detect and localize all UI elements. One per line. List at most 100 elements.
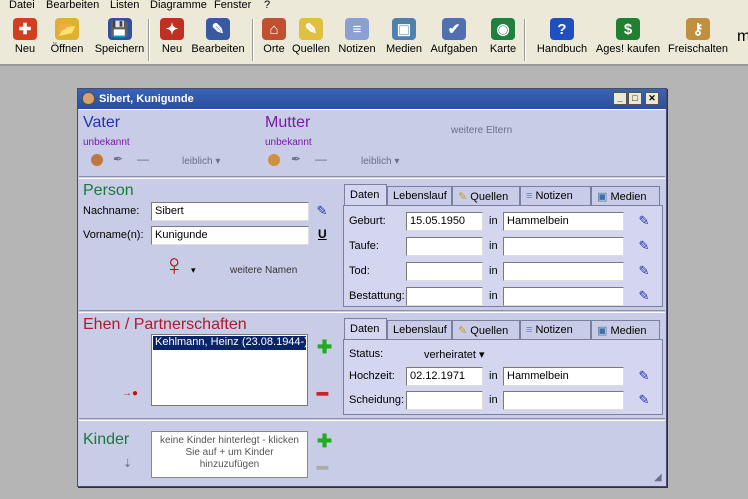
sources-icon: ✎ xyxy=(299,18,323,40)
toolbar-button-9[interactable]: ✔ Aufgaben xyxy=(428,16,480,62)
toolbar-button-5[interactable]: ⌂ Orte xyxy=(259,16,289,62)
toolbar-button-4[interactable]: ✎ Bearbeiten xyxy=(190,16,246,62)
event-place-field[interactable] xyxy=(503,391,624,410)
father-relation-dropdown[interactable]: leiblich ▾ xyxy=(182,156,220,167)
toolbar-button-0[interactable]: ✚ Neu xyxy=(8,16,42,62)
event-label: Bestattung: xyxy=(349,290,405,302)
event-date-field[interactable]: 02.12.1971 xyxy=(406,367,483,386)
event-place-field[interactable]: Hammelbein xyxy=(503,212,624,231)
marriage-data-panel: Status: verheiratet ▾ Hochzeit: 02.12.197… xyxy=(343,339,663,415)
event-date-field[interactable] xyxy=(406,391,483,410)
add-child-icon[interactable]: ✚ xyxy=(317,432,332,450)
event-label: Taufe: xyxy=(349,240,379,252)
tab-medien[interactable]: ▣ Medien xyxy=(591,320,660,339)
notes-icon: ≡ xyxy=(526,324,533,336)
event-date-field[interactable] xyxy=(406,237,483,256)
menu-datei[interactable]: Datei xyxy=(9,0,35,11)
tab-label: Notizen xyxy=(535,190,573,202)
toolbar-button-6[interactable]: ✎ Quellen xyxy=(292,16,330,62)
event-place-field[interactable] xyxy=(503,237,624,256)
status-dropdown[interactable]: verheiratet ▾ xyxy=(424,348,485,361)
toolbar-button-label: Neu xyxy=(161,43,183,55)
event-date-field[interactable] xyxy=(406,262,483,281)
add-partner-icon[interactable]: ✚ xyxy=(317,338,332,356)
father-value[interactable]: unbekannt xyxy=(83,137,130,148)
person-window-icon xyxy=(82,92,95,105)
gender-dropdown-chevron-icon[interactable]: ▾ xyxy=(191,265,196,276)
children-section: Kinder ⇣ keine Kinder hinterlegt - klick… xyxy=(79,420,665,486)
event-place-field[interactable]: Hammelbein xyxy=(503,367,624,386)
place-edit-pen-icon[interactable]: ✎ xyxy=(637,214,651,228)
media-icon: ▣ xyxy=(597,325,608,337)
toolbar-button-10[interactable]: ◉ Karte xyxy=(486,16,520,62)
event-date-field[interactable] xyxy=(406,287,483,306)
toolbar: ✚ Neu 📂 Öffnen 💾 Speichern ✦ Neu ✎ Bearbeiten ⌂ Ort… xyxy=(0,13,748,65)
mother-relation-dropdown[interactable]: leiblich ▾ xyxy=(361,156,399,167)
tab-label: Medien xyxy=(610,191,647,203)
marriages-heading: Ehen / Partnerschaften xyxy=(83,316,247,333)
toolbar-button-13[interactable]: ⚷ Freischalten xyxy=(666,16,730,62)
minimize-button[interactable]: _ xyxy=(613,92,627,105)
menu-fenster[interactable]: Fenster xyxy=(214,0,251,11)
toolbar-button-11[interactable]: ? Handbuch xyxy=(532,16,592,62)
children-list[interactable]: keine Kinder hinterlegt - klicken Sie au… xyxy=(151,431,308,478)
female-gender-icon[interactable]: ♀ xyxy=(163,250,186,282)
toolbar-button-8[interactable]: ▣ Medien xyxy=(383,16,425,62)
toolbar-button-2[interactable]: 💾 Speichern xyxy=(92,16,147,62)
toolbar-button-3[interactable]: ✦ Neu xyxy=(154,16,190,62)
toolbar-separator xyxy=(148,19,150,61)
menu-bearbeiten[interactable]: Bearbeiten xyxy=(46,0,99,11)
tab-daten[interactable]: Daten xyxy=(344,184,387,205)
more-names-link[interactable]: weitere Namen xyxy=(230,265,297,276)
window-titlebar[interactable]: Sibert, Kunigunde _ □ ✕ xyxy=(78,89,666,109)
tab-notizen[interactable]: ≡ Notizen xyxy=(520,186,591,205)
tab-daten[interactable]: Daten xyxy=(344,318,387,339)
surname-edit-pen-icon[interactable]: ✎ xyxy=(315,204,329,218)
tab-label: Medien xyxy=(610,325,647,337)
partner-list[interactable]: Kehlmann, Heinz (23.08.1944-) xyxy=(151,334,308,406)
event-place-field[interactable] xyxy=(503,262,624,281)
menu-help[interactable]: ? xyxy=(264,0,270,11)
help-manual-icon: ? xyxy=(550,18,574,40)
buy-icon: $ xyxy=(616,18,640,40)
tab-medien[interactable]: ▣ Medien xyxy=(591,186,660,205)
toolbar-button-12[interactable]: $ Ages! kaufen xyxy=(592,16,664,62)
remove-partner-icon[interactable]: ━ xyxy=(317,385,328,403)
mother-pick-icon[interactable]: ✒ xyxy=(291,152,301,166)
chevron-down-icon: ▾ xyxy=(215,156,221,167)
sources-icon: ✎ xyxy=(458,325,468,337)
close-button[interactable]: ✕ xyxy=(645,92,659,105)
save-disk-icon: 💾 xyxy=(107,18,132,40)
given-names-field[interactable]: Kunigunde xyxy=(151,226,309,245)
resize-grip-icon[interactable]: ◢ xyxy=(654,472,662,483)
more-parents-link[interactable]: weitere Eltern xyxy=(451,125,512,136)
event-date-field[interactable]: 15.05.1950 xyxy=(406,212,483,231)
tab-lebenslauf[interactable]: Lebenslauf xyxy=(387,320,452,339)
list-item[interactable]: Kehlmann, Heinz (23.08.1944-) xyxy=(153,336,306,350)
place-edit-pen-icon[interactable]: ✎ xyxy=(637,369,651,383)
place-edit-pen-icon[interactable]: ✎ xyxy=(637,264,651,278)
surname-field[interactable]: Sibert xyxy=(151,202,309,221)
father-person-icon[interactable] xyxy=(91,154,103,166)
place-edit-pen-icon[interactable]: ✎ xyxy=(637,289,651,303)
menu-listen[interactable]: Listen xyxy=(110,0,139,11)
event-place-field[interactable] xyxy=(503,287,624,306)
event-in-label: in xyxy=(489,265,498,277)
tab-lebenslauf[interactable]: Lebenslauf xyxy=(387,186,452,205)
place-edit-pen-icon[interactable]: ✎ xyxy=(637,239,651,253)
tab-quellen[interactable]: ✎ Quellen xyxy=(452,320,520,339)
toolbar-button-label: Öffnen xyxy=(50,43,84,55)
tab-quellen[interactable]: ✎ Quellen xyxy=(452,186,520,205)
toolbar-button-7[interactable]: ≡ Notizen xyxy=(336,16,378,62)
mother-value[interactable]: unbekannt xyxy=(265,137,312,148)
father-pick-icon[interactable]: ✒ xyxy=(113,152,123,166)
rufname-underline-button[interactable]: U xyxy=(318,227,327,241)
menu-bar: Datei Bearbeiten Listen Diagramme Fenste… xyxy=(0,0,748,13)
maximize-button[interactable]: □ xyxy=(628,92,642,105)
toolbar-button-1[interactable]: 📂 Öffnen xyxy=(45,16,89,62)
mother-person-icon[interactable] xyxy=(268,154,280,166)
partner-link-arrow-icon[interactable]: →● xyxy=(122,388,138,399)
tab-notizen[interactable]: ≡ Notizen xyxy=(520,320,591,339)
place-edit-pen-icon[interactable]: ✎ xyxy=(637,393,651,407)
menu-diagramme[interactable]: Diagramme xyxy=(150,0,207,11)
